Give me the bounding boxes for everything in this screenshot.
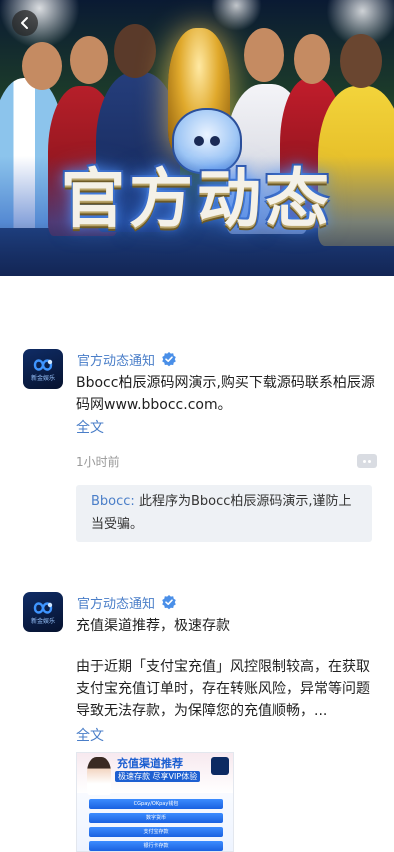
player-5-head [294,34,330,84]
post-image-subtitle: 极速存款 尽享VIP体验 [115,771,201,782]
hero-banner: 官方动态 [0,0,394,276]
post-image-button: 数字货币 [89,813,223,823]
post-author-name: 官方动态通知 [77,596,156,612]
full-text-link[interactable]: 全文 [76,418,104,438]
post-image[interactable]: 充值渠道推荐 极速存款 尽享VIP体验 CGpay/OKpay钱包 数字货币 支… [76,752,234,852]
avatar[interactable]: 新金娱乐 [23,592,63,632]
back-button[interactable] [12,10,38,36]
avatar-logo-text: 新金娱乐 [30,375,55,382]
player-3-head [114,24,156,78]
hero-title: 官方动态 [61,162,333,237]
post-time: 1小时前 [76,455,120,469]
post-title: 充值渠道推荐，极速存款 [76,618,230,634]
player-6-head [340,34,382,88]
player-2-head [70,36,108,84]
post-image-title: 充值渠道推荐 [117,757,183,770]
post-image-logo [211,757,229,775]
post-image-button: 银行卡存款 [89,841,223,851]
comment-author[interactable]: Bbocc: [91,494,135,509]
post-image-person [87,757,111,795]
post-author[interactable]: 官方动态通知 [77,349,177,369]
player-4-head [244,28,284,82]
post-author-name: 官方动态通知 [77,353,156,369]
back-arrow-icon [21,17,28,29]
comment-box: Bbocc: 此程序为Bbocc柏辰源码演示,谨防上当受骗。 [76,485,372,542]
post-text: 由于近期「支付宝充值」风控限制较高，在获取支付宝充值订单时，存在转账风险，异常等… [76,659,370,719]
more-dot [368,459,371,463]
post-text: Bbocc柏辰源码网演示,购买下载源码联系柏辰源码网www.bbocc.com。 [76,375,375,413]
avatar-logo-text: 新金娱乐 [30,618,55,625]
infinity-logo-icon [33,359,53,371]
post-item: 新金娱乐 官方动态通知 Bbocc柏辰源码网演示,购买下载源码联系柏辰源码网ww… [0,349,394,549]
verified-badge-icon [162,595,176,610]
post-image-button: 支付宝存款 [89,827,223,837]
more-dots-icon [363,459,366,463]
more-button[interactable] [357,454,377,468]
full-text-link[interactable]: 全文 [76,726,104,746]
verified-badge-icon [162,352,176,367]
post-item: 新金娱乐 官方动态通知 充值渠道推荐，极速存款 由于近期「支付宝充值」风控限制较… [0,592,394,852]
infinity-logo-icon [33,602,53,614]
post-image-button: CGpay/OKpay钱包 [89,799,223,809]
player-1-head [22,42,62,90]
avatar[interactable]: 新金娱乐 [23,349,63,389]
post-author[interactable]: 官方动态通知 [77,592,177,612]
